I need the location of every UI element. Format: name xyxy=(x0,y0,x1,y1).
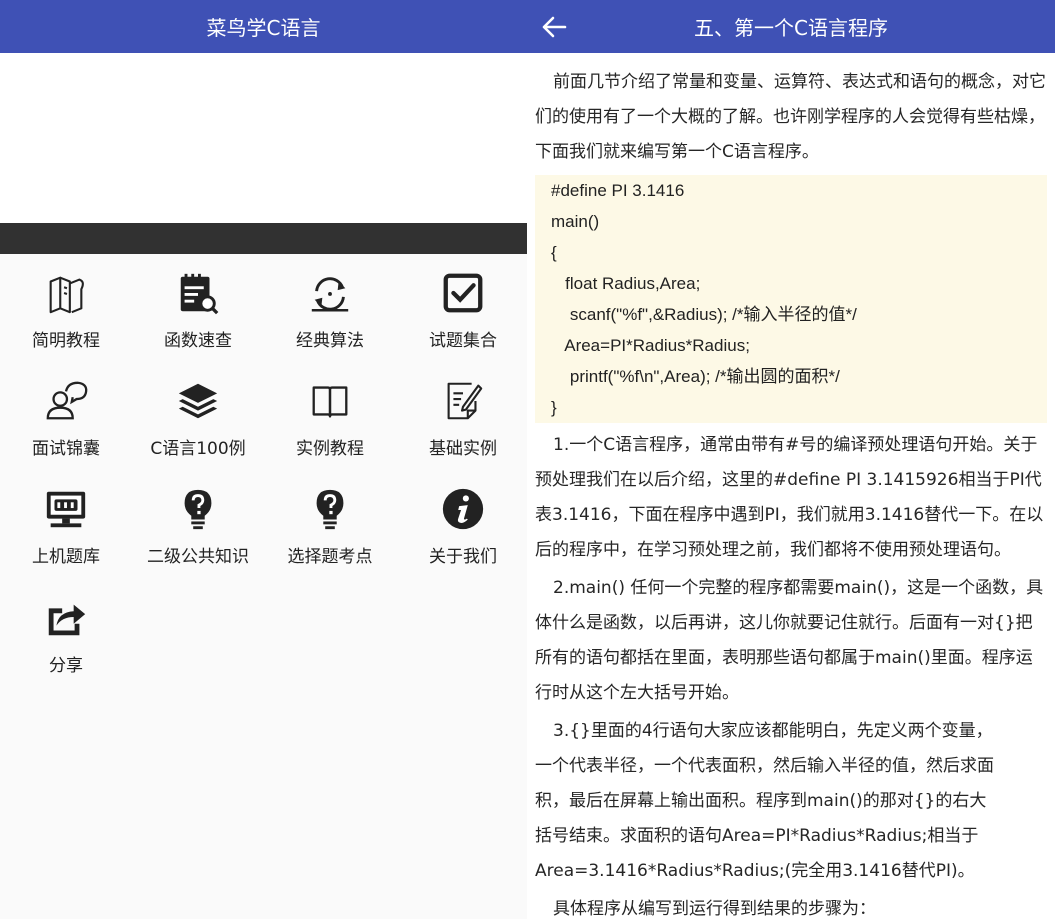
article-screen: 五、第一个C语言程序 前面几节介绍了常量和变量、运算符、表达式和语句的概念，对它… xyxy=(527,0,1055,919)
menu-label: 关于我们 xyxy=(429,547,497,567)
home-title: 菜鸟学C语言 xyxy=(206,16,321,40)
menu-item-basic-examples[interactable]: 基础实例 xyxy=(397,362,527,462)
menu-label: 简明教程 xyxy=(32,331,100,351)
intro-paragraph: 前面几节介绍了常量和变量、运算符、表达式和语句的概念，对它们的使用有了一个大概的… xyxy=(535,72,1046,162)
menu-label: 经典算法 xyxy=(296,331,364,351)
point-3-paragraph: 3.{}里面的4行语句大家应该都能明白，先定义两个变量，一个代表半径，一个代表面… xyxy=(535,721,994,881)
article-app-bar: 五、第一个C语言程序 xyxy=(527,0,1055,53)
menu-item-functions[interactable]: 函数速查 xyxy=(132,254,264,354)
home-screen: 菜鸟学C语言 简明教程 函数速查 经典算法 试题集合 面试锦囊 C语言100例 … xyxy=(0,0,527,919)
menu-label: 试题集合 xyxy=(429,331,497,351)
code-line: } xyxy=(551,398,557,417)
info-icon xyxy=(442,488,484,530)
menu-label: C语言100例 xyxy=(150,439,246,459)
menu-item-examples-tutorial[interactable]: 实例教程 xyxy=(264,362,396,462)
home-app-bar: 菜鸟学C语言 xyxy=(0,0,527,53)
share-icon xyxy=(48,604,86,636)
code-line: Area=PI*Radius*Radius; xyxy=(551,336,750,355)
checkbox-icon xyxy=(443,273,483,313)
menu-label: 二级公共知识 xyxy=(147,547,249,567)
user-chat-icon xyxy=(46,381,88,420)
menu-item-choice-points[interactable]: 选择题考点 xyxy=(264,470,396,570)
code-block: #define PI 3.1416 main() { float Radius,… xyxy=(535,175,1047,423)
calendar-search-icon xyxy=(180,273,219,315)
code-line: scanf("%f",&Radius); /*输入半径的值*/ xyxy=(551,305,857,324)
menu-item-share[interactable]: 分享 xyxy=(0,579,132,679)
code-line: { xyxy=(551,243,557,262)
menu-item-tutorial[interactable]: 简明教程 xyxy=(0,254,132,354)
steps-heading: 具体程序从编写到运行得到结果的步骤为： xyxy=(553,899,876,919)
code-line: #define PI 3.1416 xyxy=(551,181,685,200)
lightbulb-question-icon xyxy=(316,489,344,530)
code-line: float Radius,Area; xyxy=(551,274,701,293)
menu-item-interview[interactable]: 面试锦囊 xyxy=(0,362,132,462)
article-title: 五、第一个C语言程序 xyxy=(694,16,888,40)
menu-label: 基础实例 xyxy=(429,439,497,459)
menu-grid: 简明教程 函数速查 经典算法 试题集合 面试锦囊 C语言100例 实例教程 基础… xyxy=(0,254,527,919)
back-arrow-icon[interactable] xyxy=(539,12,569,42)
point-1-paragraph: 1.一个C语言程序，通常由带有#号的编译预处理语句开始。关于预处理我们在以后介绍… xyxy=(535,435,1044,560)
menu-label: 面试锦囊 xyxy=(32,439,100,459)
edit-document-icon xyxy=(447,382,483,420)
divider-bar xyxy=(0,223,527,254)
banner-area xyxy=(0,53,527,223)
open-book-icon xyxy=(312,386,348,418)
menu-item-about[interactable]: 关于我们 xyxy=(397,470,527,570)
menu-label: 上机题库 xyxy=(32,547,100,567)
article-content: 前面几节介绍了常量和变量、运算符、表达式和语句的概念，对它们的使用有了一个大概的… xyxy=(527,53,1055,919)
menu-label: 函数速查 xyxy=(164,331,232,351)
menu-label: 分享 xyxy=(49,656,83,676)
menu-label: 实例教程 xyxy=(296,439,364,459)
lightbulb-question-icon xyxy=(184,489,212,530)
menu-item-100-examples[interactable]: C语言100例 xyxy=(132,362,264,462)
menu-item-public-knowledge[interactable]: 二级公共知识 xyxy=(132,470,264,570)
point-2-paragraph: 2.main() 任何一个完整的程序都需要main()，这是一个函数，具体什么是… xyxy=(535,578,1044,703)
menu-item-exams[interactable]: 试题集合 xyxy=(397,254,527,354)
menu-label: 选择题考点 xyxy=(287,547,373,567)
menu-item-lab-questions[interactable]: 上机题库 xyxy=(0,470,132,570)
books-icon xyxy=(49,276,84,314)
code-line: main() xyxy=(551,212,600,231)
refresh-cycle-icon xyxy=(311,277,349,312)
monitor-icon xyxy=(46,491,86,528)
layers-icon xyxy=(178,383,218,419)
code-line: printf("%f\n",Area); /*输出圆的面积*/ xyxy=(551,367,840,386)
menu-item-algorithms[interactable]: 经典算法 xyxy=(264,254,396,354)
